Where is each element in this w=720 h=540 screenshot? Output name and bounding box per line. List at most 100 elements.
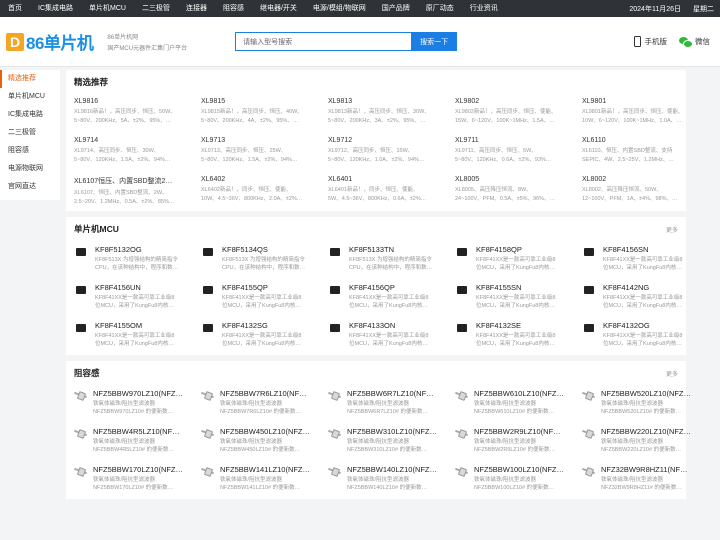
- nav-item[interactable]: 二三极管: [134, 0, 178, 17]
- mcu-more-link[interactable]: 更多: [666, 225, 678, 234]
- nav-item[interactable]: 国产品牌: [374, 0, 418, 17]
- nav-item[interactable]: 阻容感: [215, 0, 252, 17]
- product-card[interactable]: KF8F4158QP KF8F41XX是一款高可靠工业级8 位MCU，采用了Kung…: [455, 241, 577, 279]
- product-name[interactable]: NFZ5BBW450LZ10(NFZ…: [220, 427, 323, 436]
- nav-item[interactable]: 首页: [0, 0, 30, 17]
- product-card[interactable]: KF8F4142NG KF8F41XX是一款高可靠工业级8 位MCU，采用了Kung…: [582, 279, 704, 317]
- sidebar-item[interactable]: 二三极管: [0, 124, 60, 142]
- featured-item[interactable]: XL9711 XL9711、高压同步、恒压、5W、 5~80V、120KHz、0.6…: [455, 133, 577, 172]
- product-card[interactable]: NFZ5BBW610LZ10(NFZ… 铁氧体磁珠/阻抗型滤波器 NFZ5BBW61…: [455, 385, 577, 423]
- sidebar-item[interactable]: 单片机MCU: [0, 88, 60, 106]
- nav-item[interactable]: 单片机MCU: [81, 0, 134, 17]
- featured-item[interactable]: XL9815 XL9815新品！，高压同步、恒压、40W、 5~80V、200KHz…: [201, 94, 323, 133]
- item-name[interactable]: XL9714: [74, 137, 196, 144]
- product-name[interactable]: NFZ5BBW170LZ10(NFZ…: [93, 465, 196, 474]
- product-name[interactable]: NFZ5BBW970LZ10(NFZ…: [93, 389, 196, 398]
- featured-item[interactable]: XL8002 XL8002、高压降压恒流、50W、 12~100V、PFM、1A、±…: [582, 172, 704, 211]
- product-card[interactable]: NFZ5BBW520LZ10(NFZ… 铁氧体磁珠/阻抗型滤波器 NFZ5BBW52…: [582, 385, 704, 423]
- item-name[interactable]: XL9711: [455, 137, 577, 144]
- item-name[interactable]: XL9802: [455, 98, 577, 105]
- product-name[interactable]: KF8F4142NG: [603, 283, 704, 292]
- product-card[interactable]: NFZ5BBW2R9LZ10(NF… 铁氧体磁珠/阻抗型滤波器 NFZ5BBW2R9…: [455, 423, 577, 461]
- product-card[interactable]: KF8F4156SN KF8F41XX是一款高可靠工业级8 位MCU，采用了Kung…: [582, 241, 704, 279]
- featured-item[interactable]: XL6110 XL6110、恒压、内置SBD整流、支持 SEPIC、4W、2.5~2…: [582, 133, 704, 172]
- product-name[interactable]: KF8F4133ON: [349, 321, 450, 330]
- featured-item[interactable]: XL6402 XL6402新品！，同步、恒压、使能、 10W、4.5~36V、800…: [201, 172, 323, 211]
- item-name[interactable]: XL6401: [328, 176, 450, 183]
- product-card[interactable]: KF8F4132OG KF8F41XX是一款高可靠工业级8 位MCU，采用了Kung…: [582, 317, 704, 355]
- wechat-link[interactable]: 微信: [679, 36, 710, 48]
- product-name[interactable]: NFZ5BBW520LZ10(NFZ…: [601, 389, 704, 398]
- product-card[interactable]: KF8F4155SN KF8F41XX是一款高可靠工业级8 位MCU，采用了Kung…: [455, 279, 577, 317]
- featured-item[interactable]: XL9712 XL9712、高压同步、恒压、15W、 5~80V、120KHz、1.…: [328, 133, 450, 172]
- nav-item[interactable]: 继电器/开关: [252, 0, 305, 17]
- product-name[interactable]: KF8F4155QP: [222, 283, 323, 292]
- nav-item[interactable]: 电源/模组/物联网: [305, 0, 374, 17]
- item-name[interactable]: XL9813: [328, 98, 450, 105]
- product-card[interactable]: NFZ5BBW170LZ10(NFZ… 铁氧体磁珠/阻抗型滤波器 NFZ5BBW17…: [74, 461, 196, 499]
- product-name[interactable]: NFZ32BW9R8HZ11(NF…: [601, 465, 704, 474]
- item-name[interactable]: XL6110: [582, 137, 704, 144]
- featured-item[interactable]: XL8005 XL8005、高压降压恒流、8W、 24~100V、PFM、0.5A、…: [455, 172, 577, 211]
- sidebar-item[interactable]: 精选推荐: [0, 70, 60, 88]
- product-name[interactable]: KF8F4155SN: [476, 283, 577, 292]
- product-name[interactable]: NFZ5BBW140LZ10(NFZ…: [347, 465, 450, 474]
- product-name[interactable]: KF8F4132SE: [476, 321, 577, 330]
- product-name[interactable]: NFZ5BBW7R6LZ10(NF…: [220, 389, 323, 398]
- nav-item[interactable]: IC集成电路: [30, 0, 81, 17]
- item-name[interactable]: XL9816: [74, 98, 196, 105]
- product-card[interactable]: NFZ5BBW7R6LZ10(NF… 铁氧体磁珠/阻抗型滤波器 NFZ5BBW7R6…: [201, 385, 323, 423]
- featured-item[interactable]: XL9801 XL9801新品！，高压同步、恒压、使能、 10W、6~120V、10…: [582, 94, 704, 133]
- product-card[interactable]: NFZ5BBW220LZ10(NFZ… 铁氧体磁珠/阻抗型滤波器 NFZ5BBW22…: [582, 423, 704, 461]
- product-name[interactable]: KF8F4156UN: [95, 283, 196, 292]
- product-card[interactable]: NFZ5BBW6R7LZ10(NF… 铁氧体磁珠/阻抗型滤波器 NFZ5BBW6R7…: [328, 385, 450, 423]
- product-name[interactable]: KF8F5132OG: [95, 245, 196, 254]
- product-card[interactable]: KF8F4155OM KF8F41XX是一款高可靠工业级8 位MCU，采用了Kung…: [74, 317, 196, 355]
- product-name[interactable]: KF8F4132OG: [603, 321, 704, 330]
- mobile-link[interactable]: 手机版: [633, 36, 667, 47]
- nav-item[interactable]: 行业资讯: [462, 0, 506, 17]
- product-name[interactable]: NFZ5BBW610LZ10(NFZ…: [474, 389, 577, 398]
- product-card[interactable]: KF8F4132SG KF8F41XX是一款高可靠工业级8 位MCU，采用了Kung…: [201, 317, 323, 355]
- product-card[interactable]: KF8F5132OG KF8F513X 为增强结构的精简指令 CPU，在该种结构中，…: [74, 241, 196, 279]
- featured-item[interactable]: XL6401 XL6401新品！，同步、恒压、使能、 5W、4.5~36V、800K…: [328, 172, 450, 211]
- product-card[interactable]: NFZ5BBW141LZ10(NFZ… 铁氧体磁珠/阻抗型滤波器 NFZ5BBW14…: [201, 461, 323, 499]
- product-name[interactable]: NFZ5BBW4R5LZ10(NF…: [93, 427, 196, 436]
- product-name[interactable]: NFZ5BBW100LZ10(NFZ…: [474, 465, 577, 474]
- nav-item[interactable]: 连接器: [178, 0, 215, 17]
- search-button[interactable]: 搜索一下: [411, 32, 458, 51]
- search-input[interactable]: 请输入型号搜索: [235, 32, 412, 51]
- product-name[interactable]: KF8F4156QP: [349, 283, 450, 292]
- featured-item[interactable]: XL6107恒压、内置SBD整流2… XL6107、恒压、内置SBD整流、2W、 2…: [74, 172, 196, 211]
- sidebar-item[interactable]: 电源物联网: [0, 160, 60, 178]
- product-card[interactable]: NFZ5BBW310LZ10(NFZ… 铁氧体磁珠/阻抗型滤波器 NFZ5BBW31…: [328, 423, 450, 461]
- passive-more-link[interactable]: 更多: [666, 369, 678, 378]
- product-name[interactable]: NFZ5BBW141LZ10(NFZ…: [220, 465, 323, 474]
- sidebar-item[interactable]: 官网直达: [0, 178, 60, 196]
- product-card[interactable]: NFZ5BBW140LZ10(NFZ… 铁氧体磁珠/阻抗型滤波器 NFZ5BBW14…: [328, 461, 450, 499]
- product-name[interactable]: KF8F4158QP: [476, 245, 577, 254]
- item-name[interactable]: XL9713: [201, 137, 323, 144]
- sidebar-item[interactable]: IC集成电路: [0, 106, 60, 124]
- item-name[interactable]: XL8005: [455, 176, 577, 183]
- product-name[interactable]: KF8F4132SG: [222, 321, 323, 330]
- product-card[interactable]: KF8F4133ON KF8F41XX是一款高可靠工业级8 位MCU，采用了Kung…: [328, 317, 450, 355]
- product-name[interactable]: KF8F4155OM: [95, 321, 196, 330]
- featured-item[interactable]: XL9713 XL9713、高压同步、恒压、25W、 5~80V、120KHz、1.…: [201, 133, 323, 172]
- product-card[interactable]: NFZ5BBW970LZ10(NFZ… 铁氧体磁珠/阻抗型滤波器 NFZ5BBW97…: [74, 385, 196, 423]
- site-logo[interactable]: D 86单片机: [6, 29, 94, 54]
- product-name[interactable]: KF8F5133TN: [349, 245, 450, 254]
- product-card[interactable]: KF8F4132SE KF8F41XX是一款高可靠工业级8 位MCU，采用了Kung…: [455, 317, 577, 355]
- product-name[interactable]: KF8F4156SN: [603, 245, 704, 254]
- product-card[interactable]: KF8F5134QS KF8F513X 为增强结构的精简指令 CPU，在该种结构中，…: [201, 241, 323, 279]
- product-card[interactable]: NFZ5BBW450LZ10(NFZ… 铁氧体磁珠/阻抗型滤波器 NFZ5BBW45…: [201, 423, 323, 461]
- item-name[interactable]: XL9815: [201, 98, 323, 105]
- featured-item[interactable]: XL9816 XL9816新品！，高压同步、恒压、50W、 5~80V、200KHz…: [74, 94, 196, 133]
- product-card[interactable]: KF8F4156QP KF8F41XX是一款高可靠工业级8 位MCU，采用了Kung…: [328, 279, 450, 317]
- product-name[interactable]: NFZ5BBW220LZ10(NFZ…: [601, 427, 704, 436]
- nav-item[interactable]: 原厂动态: [418, 0, 462, 17]
- product-name[interactable]: NFZ5BBW310LZ10(NFZ…: [347, 427, 450, 436]
- item-name[interactable]: XL9712: [328, 137, 450, 144]
- item-name[interactable]: XL6107恒压、内置SBD整流2…: [74, 176, 196, 186]
- product-card[interactable]: NFZ5BBW4R5LZ10(NF… 铁氧体磁珠/阻抗型滤波器 NFZ5BBW4R5…: [74, 423, 196, 461]
